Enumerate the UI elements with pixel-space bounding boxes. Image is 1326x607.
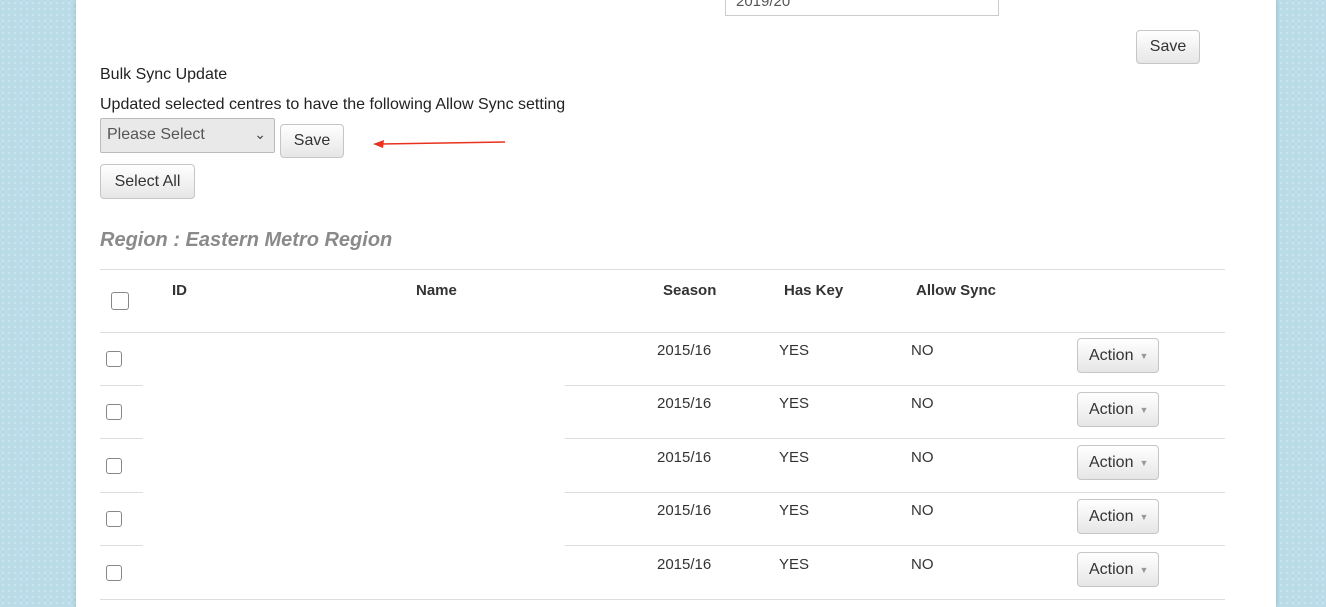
action-dropdown-button[interactable]: Action ▼ [1077,552,1159,587]
allow-sync-select[interactable]: Please Select ⌄ [100,118,275,153]
table-top-border [100,269,1225,270]
action-label: Action [1089,453,1134,471]
caret-down-icon: ▼ [1139,457,1149,468]
row-divider [100,385,143,386]
column-header-season: Season [663,282,717,299]
row-divider [100,492,143,493]
action-dropdown-button[interactable]: Action ▼ [1077,499,1159,534]
action-label: Action [1089,400,1134,418]
allow-sync-cell: NO [911,556,934,573]
column-header-allow-sync: Allow Sync [916,282,997,299]
action-label: Action [1089,507,1134,525]
action-dropdown-button[interactable]: Action ▼ [1077,392,1159,427]
bulk-save-button[interactable]: Save [280,124,344,158]
row-divider [565,438,1225,439]
row-divider [565,545,1225,546]
season-cell: 2015/16 [657,395,712,412]
has-key-cell: YES [779,449,810,466]
caret-down-icon: ▼ [1139,404,1149,415]
action-dropdown-button[interactable]: Action ▼ [1077,338,1159,373]
has-key-cell: YES [779,502,810,519]
row-checkbox[interactable] [106,565,122,581]
row-divider [100,438,143,439]
bulk-sync-title: Bulk Sync Update [100,66,228,83]
caret-down-icon: ▼ [1139,350,1149,361]
action-label: Action [1089,560,1134,578]
annotation-arrow [373,140,506,148]
has-key-cell: YES [779,556,810,573]
season-cell: 2015/16 [657,449,712,466]
action-dropdown-button[interactable]: Action ▼ [1077,445,1159,480]
allow-sync-cell: NO [911,449,934,466]
allow-sync-cell: NO [911,395,934,412]
chevron-down-icon: ⌄ [254,126,266,142]
allow-sync-cell: NO [911,502,934,519]
region-heading: Region : Eastern Metro Region [100,229,393,251]
row-divider [565,492,1225,493]
season-field[interactable]: 2019/20 [725,0,999,16]
season-cell: 2015/16 [657,342,712,359]
row-checkbox[interactable] [106,351,122,367]
column-header-id: ID [172,282,187,299]
column-header-name: Name [416,282,457,299]
select-all-button[interactable]: Select All [100,164,195,199]
select-all-checkbox[interactable] [111,292,129,310]
save-button[interactable]: Save [1136,30,1200,64]
season-cell: 2015/16 [657,502,712,519]
bulk-sync-description: Updated selected centres to have the fol… [100,96,566,113]
row-divider [565,385,1225,386]
row-checkbox[interactable] [106,458,122,474]
caret-down-icon: ▼ [1139,511,1149,522]
content-panel: 2019/20 Save Bulk Sync Update Updated se… [76,0,1276,607]
caret-down-icon: ▼ [1139,564,1149,575]
row-divider [100,599,1225,600]
column-header-has-key: Has Key [784,282,844,299]
allow-sync-cell: NO [911,342,934,359]
has-key-cell: YES [779,342,810,359]
table-header-border [100,332,1225,333]
action-label: Action [1089,346,1134,364]
has-key-cell: YES [779,395,810,412]
row-divider [100,545,143,546]
allow-sync-select-value: Please Select [107,126,205,143]
row-checkbox[interactable] [106,404,122,420]
row-checkbox[interactable] [106,511,122,527]
season-cell: 2015/16 [657,556,712,573]
